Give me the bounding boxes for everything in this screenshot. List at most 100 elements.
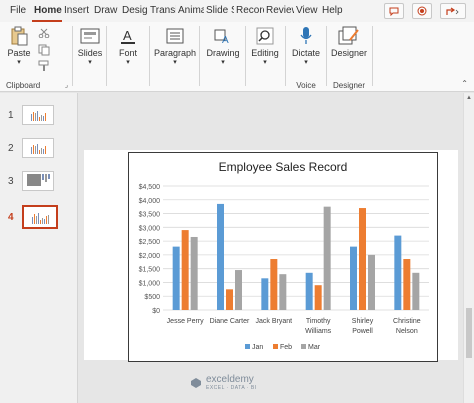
bar xyxy=(412,272,420,310)
tab-draw[interactable]: Draw xyxy=(92,0,120,22)
slide-thumbnail-1[interactable]: 1 xyxy=(8,105,54,125)
slide-number: 2 xyxy=(8,142,14,154)
paragraph-label: Paragraph xyxy=(153,48,197,58)
microphone-icon xyxy=(294,26,318,46)
x-tick-label: Jack Bryant xyxy=(256,318,293,325)
paste-label: Paste xyxy=(7,48,31,58)
x-tick-label: Shirley Powell xyxy=(352,318,374,335)
clipboard-group: Paste ▾ Clipboard ⌟ xyxy=(0,22,72,92)
drawing-icon: A xyxy=(211,26,235,46)
tab-animations[interactable]: Animations xyxy=(176,0,204,22)
bar xyxy=(235,270,242,310)
slides-icon xyxy=(78,26,102,46)
bar xyxy=(403,259,411,310)
legend-swatch xyxy=(301,344,306,349)
slides-label: Slides xyxy=(77,48,103,58)
bar xyxy=(368,254,375,310)
designer-icon xyxy=(337,26,361,46)
bar xyxy=(226,289,233,310)
chart[interactable]: Employee Sales Record $0 $500 $1,000 $1,500 $… xyxy=(128,152,438,362)
font-icon: A xyxy=(116,26,140,46)
bar xyxy=(394,235,402,310)
tab-home[interactable]: Home xyxy=(32,0,62,22)
x-tick-label: Diane Carter xyxy=(210,318,250,325)
paragraph-icon xyxy=(163,26,187,46)
legend-swatch xyxy=(273,344,278,349)
watermark-name: exceldemy xyxy=(206,374,254,385)
legend-label: Feb xyxy=(280,344,292,351)
tab-record[interactable]: Record xyxy=(234,0,264,22)
slide-thumbnail-2[interactable]: 2 xyxy=(8,138,54,158)
format-painter-icon[interactable] xyxy=(38,60,50,74)
exceldemy-logo-icon xyxy=(191,377,201,388)
slide-thumbnail-4[interactable]: 4 xyxy=(8,205,58,229)
slide-thumbnail-3[interactable]: 3 xyxy=(8,171,54,191)
bar xyxy=(279,274,287,310)
cut-icon[interactable] xyxy=(38,28,50,40)
comments-icon[interactable] xyxy=(384,3,404,19)
y-tick-label: $4,000 xyxy=(139,198,161,205)
font-button[interactable]: A Font ▾ xyxy=(113,26,143,66)
y-tick-label: $500 xyxy=(144,294,160,301)
chart-svg: Employee Sales Record $0 $500 $1,000 $1,500 $… xyxy=(139,160,429,351)
slides-button[interactable]: Slides ▾ xyxy=(75,26,105,66)
tab-file[interactable]: File xyxy=(0,0,32,22)
dictate-button[interactable]: Dictate ▾ xyxy=(288,26,324,66)
paste-icon xyxy=(7,26,31,46)
record-icon[interactable] xyxy=(412,3,432,19)
font-label: Font xyxy=(118,48,137,58)
tab-insert[interactable]: Insert xyxy=(62,0,92,22)
scroll-thumb[interactable] xyxy=(466,308,472,358)
slide-number: 1 xyxy=(8,109,14,121)
y-tick-label: $1,000 xyxy=(139,280,161,287)
y-tick-label: $0 xyxy=(152,308,160,315)
y-tick-label: $3,500 xyxy=(139,212,161,219)
designer-label: Designer xyxy=(332,81,365,90)
bar xyxy=(172,246,180,310)
drawing-button[interactable]: A Drawing ▾ xyxy=(204,26,242,66)
x-tick-label: Jesse Perry xyxy=(167,318,204,325)
bar xyxy=(181,230,189,310)
scroll-up-icon[interactable]: ▲ xyxy=(466,95,472,101)
tab-design[interactable]: Design xyxy=(120,0,148,22)
slide-thumbnail-pane: 1 2 3 4 xyxy=(0,93,78,403)
slide-number: 3 xyxy=(8,175,14,187)
bar xyxy=(323,206,331,310)
tab-transitions[interactable]: Transitions xyxy=(148,0,176,22)
y-tick-label: $4,500 xyxy=(139,184,161,191)
x-tick-label: Timothy Williams xyxy=(305,318,332,335)
vertical-scrollbar[interactable]: ▲ xyxy=(463,93,474,403)
bar xyxy=(261,278,269,310)
svg-text:A: A xyxy=(123,28,132,43)
legend-swatch xyxy=(245,344,250,349)
y-tick-label: $2,500 xyxy=(139,239,161,246)
y-tick-label: $3,000 xyxy=(139,225,161,232)
voice-label: Voice xyxy=(296,81,316,90)
share-icon[interactable] xyxy=(440,3,466,19)
tab-help[interactable]: Help xyxy=(320,0,348,22)
search-icon xyxy=(253,26,277,46)
paste-button[interactable]: Paste ▾ xyxy=(6,26,32,66)
tab-slide-show[interactable]: Slide Show xyxy=(204,0,234,22)
bar xyxy=(270,259,278,310)
slide-number: 4 xyxy=(8,211,14,223)
watermark-tagline: EXCEL · DATA · BI xyxy=(206,385,257,391)
legend-label: Mar xyxy=(308,344,321,351)
copy-icon[interactable] xyxy=(38,44,50,58)
editing-button[interactable]: Editing ▾ xyxy=(248,26,282,66)
clipboard-launcher-icon[interactable]: ⌟ xyxy=(65,81,68,89)
tab-view[interactable]: View xyxy=(294,0,320,22)
paragraph-button[interactable]: Paragraph ▾ xyxy=(152,26,198,66)
y-tick-label: $1,500 xyxy=(139,267,161,274)
y-tick-label: $2,000 xyxy=(139,253,161,260)
editing-label: Editing xyxy=(251,48,279,58)
designer-button-label: Designer xyxy=(330,48,368,58)
bar xyxy=(314,285,322,310)
collapse-ribbon-icon[interactable]: ⌃ xyxy=(461,79,468,88)
watermark: exceldemy EXCEL · DATA · BI xyxy=(190,374,257,391)
svg-text:A: A xyxy=(222,35,229,45)
drawing-label: Drawing xyxy=(206,48,240,58)
bar xyxy=(305,272,313,310)
tab-review[interactable]: Review xyxy=(264,0,294,22)
designer-button[interactable]: Designer xyxy=(329,26,369,58)
